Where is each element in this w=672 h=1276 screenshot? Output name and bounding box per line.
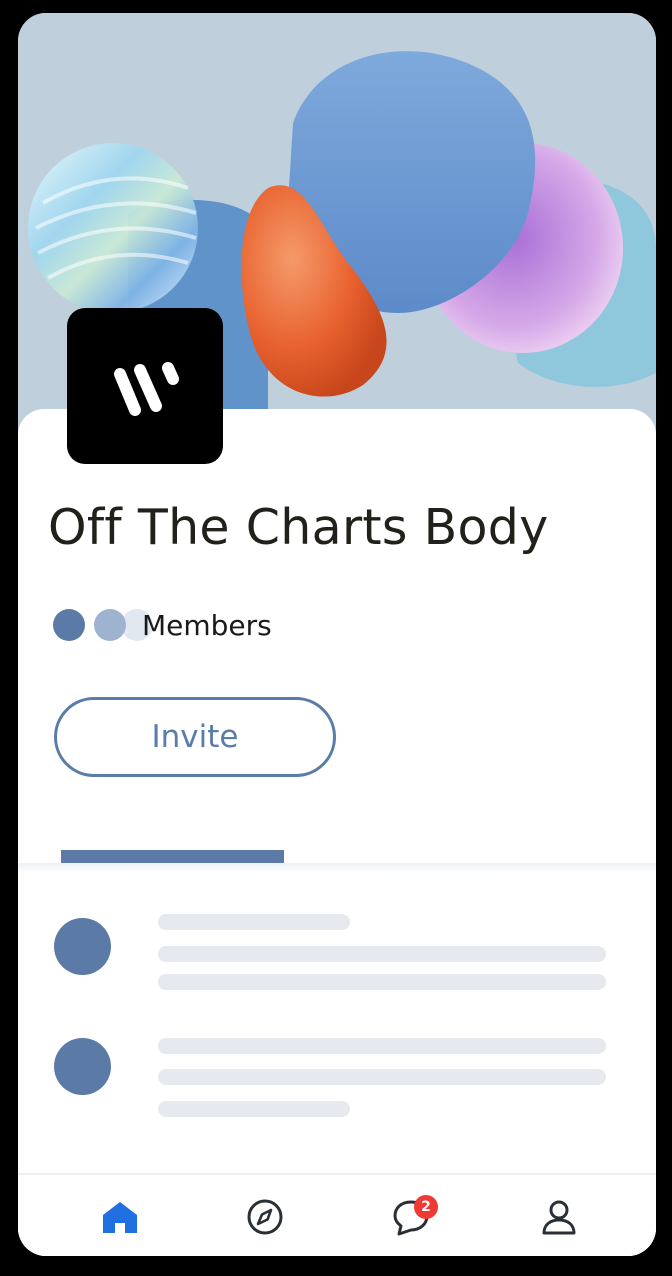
bottom-navigation: [18, 1173, 656, 1256]
app-screen: Off The Charts Body Members Invite 2: [18, 13, 656, 1256]
active-tab-indicator[interactable]: [61, 850, 284, 863]
group-logo: [67, 308, 223, 464]
nav-profile[interactable]: [539, 1197, 579, 1237]
nav-explore[interactable]: [245, 1197, 285, 1237]
skeleton-line: [158, 974, 606, 990]
skeleton-line: [158, 946, 606, 962]
post-avatar-placeholder: [54, 918, 111, 975]
compass-icon: [247, 1199, 283, 1235]
group-title: Off The Charts Body: [48, 499, 549, 556]
brand-mark-icon: [114, 362, 179, 416]
nav-home[interactable]: [100, 1197, 140, 1237]
feed-post-placeholder: [18, 908, 656, 1018]
notification-badge: 2: [414, 1195, 438, 1219]
feed-post-placeholder: [18, 1028, 656, 1138]
members-label: Members: [142, 609, 272, 642]
skeleton-line: [158, 1069, 606, 1085]
profile-icon: [542, 1200, 576, 1235]
invite-button[interactable]: Invite: [54, 697, 336, 777]
post-avatar-placeholder: [54, 1038, 111, 1095]
home-icon: [103, 1202, 137, 1233]
member-avatar: [53, 609, 85, 641]
members-row[interactable]: Members: [53, 605, 353, 645]
feed-divider: [18, 863, 656, 873]
member-avatar: [94, 609, 126, 641]
skeleton-line: [158, 914, 350, 930]
skeleton-line: [158, 1101, 350, 1117]
skeleton-line: [158, 1038, 606, 1054]
